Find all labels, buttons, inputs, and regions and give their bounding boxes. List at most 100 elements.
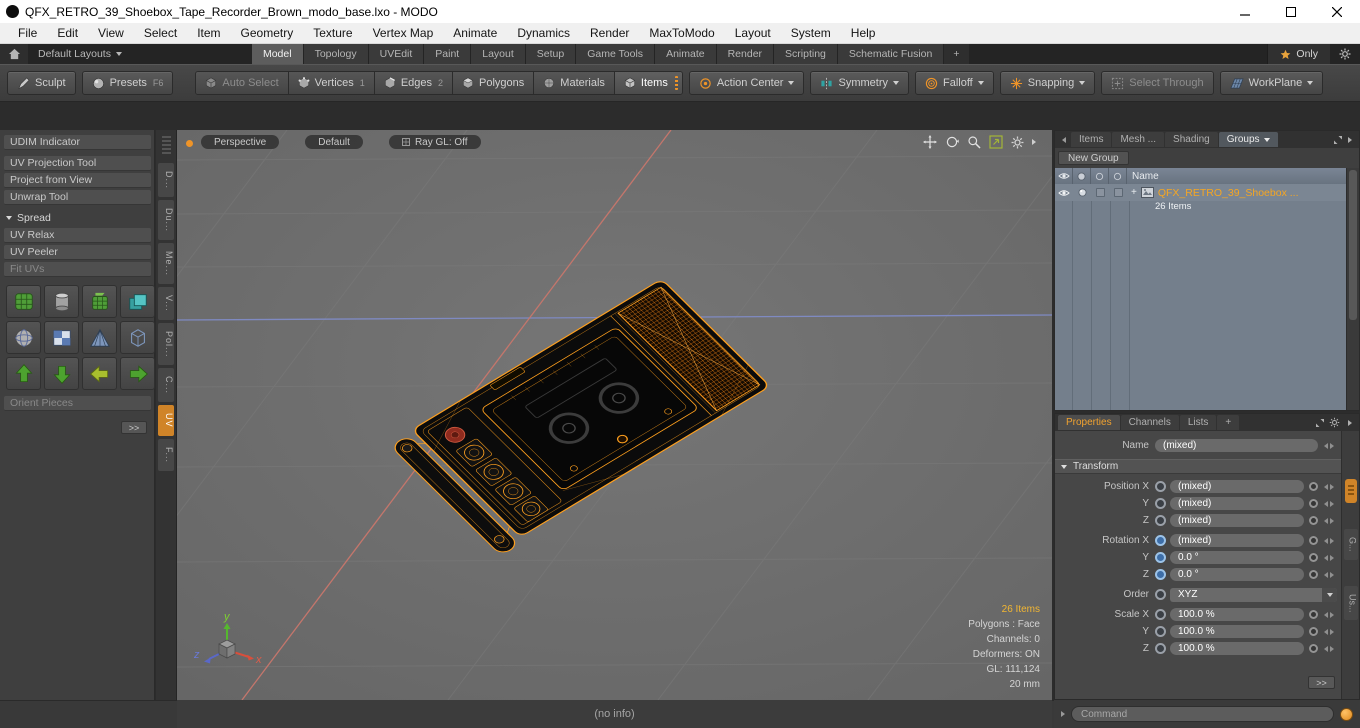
panel-menu-arrow-icon[interactable] (1348, 136, 1352, 143)
tool-orient-pieces[interactable]: Orient Pieces (4, 396, 151, 411)
vtab-du[interactable]: Du... (158, 200, 174, 241)
viewport-corner-dot[interactable] (186, 140, 193, 147)
menu-texture[interactable]: Texture (303, 26, 362, 40)
snapping-button[interactable]: Snapping (999, 71, 1096, 95)
menu-layout[interactable]: Layout (725, 26, 781, 40)
scale-x-field[interactable]: 100.0 % (1170, 608, 1304, 621)
mode-vertices[interactable]: Vertices 1 (288, 72, 375, 94)
symmetry-button[interactable]: Symmetry (810, 71, 909, 95)
position-z-field[interactable]: (mixed) (1170, 514, 1304, 527)
maximize-viewport-icon[interactable] (989, 135, 1003, 149)
row-checkbox[interactable] (1109, 184, 1127, 201)
scale-y-field[interactable]: 100.0 % (1170, 625, 1304, 638)
mini-envelope-icon[interactable] (1309, 482, 1318, 491)
only-button[interactable]: Only (1267, 44, 1330, 64)
envelope-toggle-icon[interactable] (1155, 535, 1166, 546)
add-tab-button[interactable]: + (1217, 415, 1240, 430)
sculpt-button[interactable]: Sculpt (7, 71, 76, 95)
sphere-project-button[interactable] (6, 321, 41, 354)
mini-envelope-icon[interactable] (1309, 499, 1318, 508)
side-tab-us[interactable]: Us... (1343, 585, 1358, 621)
workplane-button[interactable]: WorkPlane (1219, 71, 1324, 95)
vtab-c[interactable]: C... (158, 368, 174, 403)
menu-file[interactable]: File (8, 26, 47, 40)
vtab-me[interactable]: Me... (158, 243, 174, 285)
tool-uv-projection[interactable]: UV Projection Tool (4, 156, 151, 171)
vtab-uv[interactable]: UV (158, 405, 174, 436)
mini-envelope-icon[interactable] (1309, 644, 1318, 653)
viewport-menu-arrow-icon[interactable] (1032, 139, 1036, 145)
item-list-scrollbar[interactable] (1346, 168, 1359, 410)
layout-tab-paint[interactable]: Paint (424, 44, 472, 64)
envelope-toggle-icon[interactable] (1155, 498, 1166, 509)
panel-expand-icon[interactable] (1333, 135, 1343, 145)
envelope-toggle-icon[interactable] (1155, 552, 1166, 563)
menu-system[interactable]: System (781, 26, 841, 40)
envelope-toggle-icon[interactable] (1155, 569, 1166, 580)
layout-tab-scripting[interactable]: Scripting (774, 44, 838, 64)
move-down-button[interactable] (44, 357, 79, 390)
group-name[interactable]: QFX_RETRO_39_Shoebox ... (1158, 187, 1299, 199)
tool-project-from-view[interactable]: Project from View (4, 173, 151, 188)
name-field[interactable]: (mixed) (1155, 439, 1318, 452)
tab-properties[interactable]: Properties (1058, 415, 1120, 430)
axis-gizmo[interactable]: y x z (193, 608, 265, 678)
panel-grip-icon[interactable] (161, 136, 171, 154)
action-center-button[interactable]: Action Center (688, 71, 805, 95)
menu-animate[interactable]: Animate (443, 26, 507, 40)
mode-items[interactable]: Items (614, 72, 682, 94)
minimize-button[interactable] (1222, 0, 1268, 23)
value-stepper[interactable] (1321, 571, 1337, 578)
uv-barrel-tool-button[interactable] (44, 285, 79, 318)
tab-items[interactable]: Items (1071, 132, 1112, 147)
viewport-settings-gear-icon[interactable] (1011, 136, 1024, 149)
vtab-pol[interactable]: Pol... (158, 322, 174, 366)
mini-envelope-icon[interactable] (1309, 553, 1318, 562)
3d-viewport[interactable]: Perspective Default Ray GL: Off 26 Items… (177, 130, 1052, 700)
value-stepper[interactable] (1321, 611, 1337, 618)
value-stepper[interactable] (1321, 645, 1337, 652)
menu-vertex-map[interactable]: Vertex Map (363, 26, 444, 40)
layout-tab-render[interactable]: Render (716, 44, 775, 64)
order-dropdown[interactable]: XYZ (1170, 587, 1337, 602)
layout-tab-uvedit[interactable]: UVEdit (368, 44, 425, 64)
mini-envelope-icon[interactable] (1309, 536, 1318, 545)
tool-uv-peeler[interactable]: UV Peeler (4, 245, 151, 260)
vtab-f[interactable]: F... (158, 438, 174, 471)
panel-expand-icon[interactable] (1315, 418, 1325, 428)
filter-column-header[interactable] (1109, 168, 1127, 184)
envelope-toggle-icon[interactable] (1155, 609, 1166, 620)
planar-project-button[interactable] (44, 321, 79, 354)
triangle-unwrap-button[interactable] (82, 321, 117, 354)
mode-edges[interactable]: Edges 2 (374, 72, 454, 94)
move-right-button[interactable] (120, 357, 155, 390)
value-stepper[interactable] (1321, 537, 1337, 544)
layout-tab-model[interactable]: Model (251, 44, 304, 64)
mode-auto-select[interactable]: Auto Select (196, 72, 289, 94)
tool-unwrap[interactable]: Unwrap Tool (4, 190, 151, 205)
scale-z-field[interactable]: 100.0 % (1170, 642, 1304, 655)
mode-materials[interactable]: Materials (534, 72, 615, 94)
row-expand-toggle[interactable]: + (1131, 187, 1137, 198)
menu-view[interactable]: View (88, 26, 134, 40)
layout-tab-animate[interactable]: Animate (655, 44, 717, 64)
value-stepper[interactable] (1321, 628, 1337, 635)
move-up-button[interactable] (6, 357, 41, 390)
group-row[interactable]: + QFX_RETRO_39_Shoebox ... (1055, 184, 1346, 201)
mini-envelope-icon[interactable] (1309, 610, 1318, 619)
shading-style-dropdown[interactable]: Default (305, 135, 363, 149)
left-panel-more-button[interactable]: >> (121, 421, 147, 434)
envelope-toggle-icon[interactable] (1155, 481, 1166, 492)
layout-tab-topology[interactable]: Topology (303, 44, 369, 64)
position-x-field[interactable]: (mixed) (1170, 480, 1304, 493)
lock-column-header[interactable] (1091, 168, 1109, 184)
menu-maxtomodo[interactable]: MaxToModo (639, 26, 724, 40)
view-type-dropdown[interactable]: Perspective (201, 135, 280, 149)
uv-relax-tool-button[interactable] (6, 285, 41, 318)
properties-more-button[interactable]: >> (1308, 676, 1335, 689)
menu-help[interactable]: Help (841, 26, 886, 40)
layout-tab-setup[interactable]: Setup (525, 44, 577, 64)
value-stepper[interactable] (1321, 442, 1337, 449)
mini-envelope-icon[interactable] (1309, 570, 1318, 579)
scrollbar-handle[interactable] (1349, 170, 1357, 320)
